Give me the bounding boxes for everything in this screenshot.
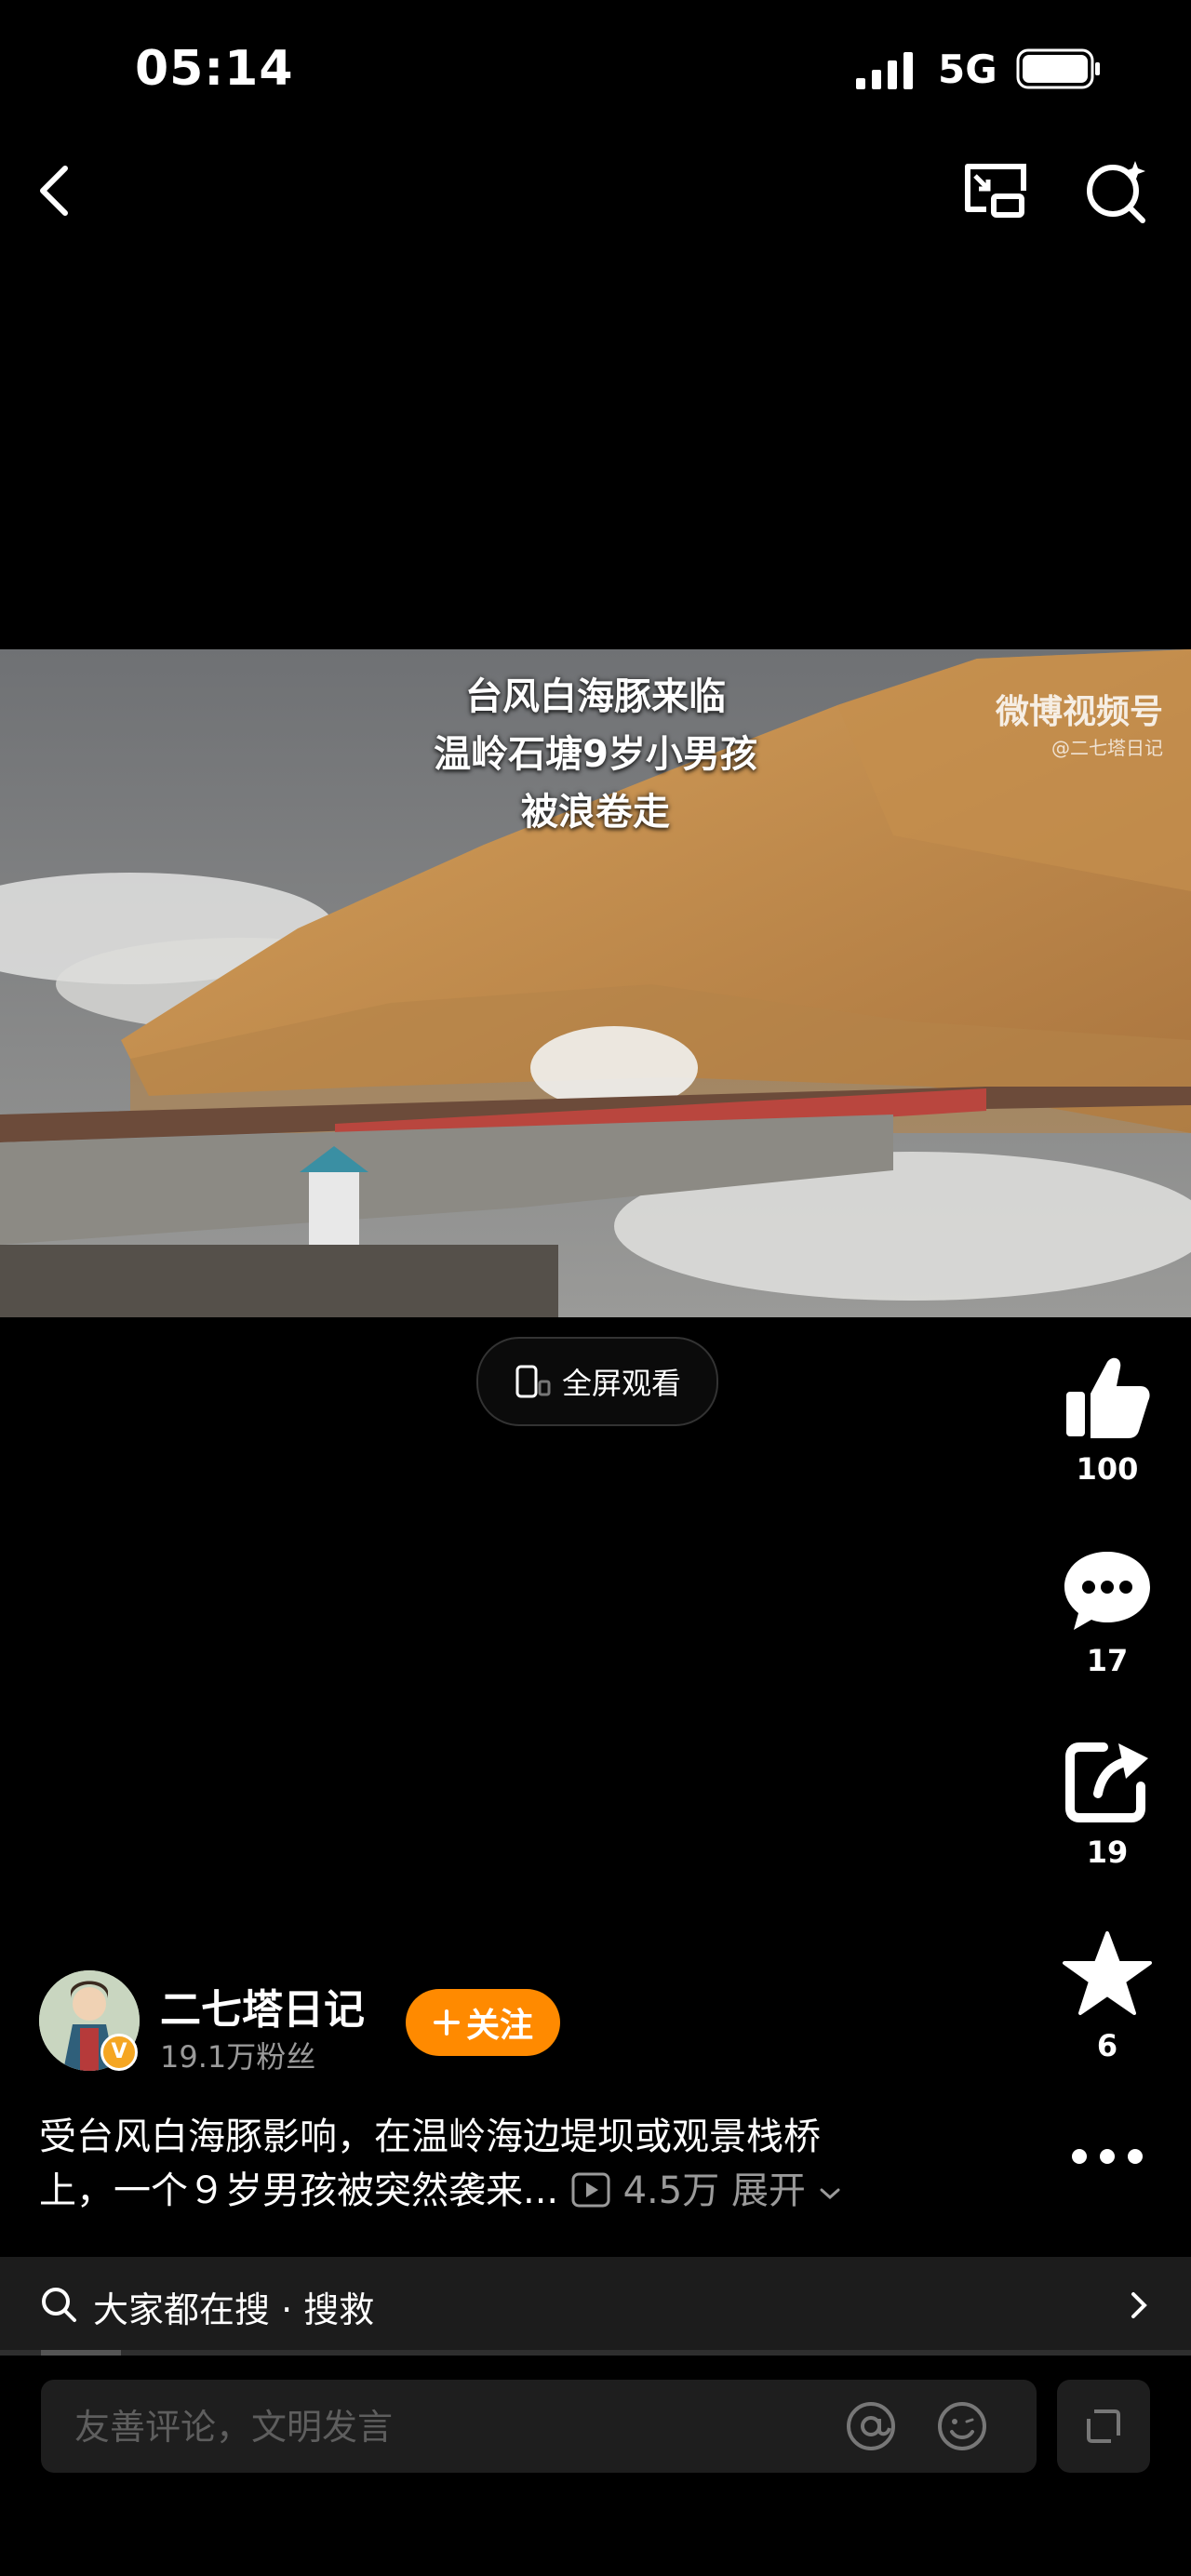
- watermark-text: 微博视频号: [995, 693, 1163, 731]
- description-line-2: 上，一个９岁男孩被突然袭来... 4.5万 展开: [39, 2164, 1007, 2218]
- comment-bar[interactable]: [41, 2380, 1037, 2473]
- view-count-group: 4.5万 展开: [570, 2169, 842, 2212]
- back-icon[interactable]: [19, 153, 93, 228]
- battery-icon: [1016, 48, 1100, 89]
- trending-search-separator: ·: [281, 2289, 293, 2330]
- favorite-count: 6: [1096, 2028, 1118, 2063]
- status-time: 05:14: [135, 41, 294, 97]
- fullscreen-button[interactable]: 全屏观看: [476, 1337, 718, 1426]
- share-button[interactable]: 19: [1051, 1734, 1163, 1870]
- search-icon: [42, 2288, 76, 2322]
- comment-icon: [1064, 1552, 1150, 1630]
- like-button[interactable]: 100: [1051, 1351, 1163, 1487]
- trending-search-prefix: 大家都在搜: [93, 2289, 271, 2330]
- view-count: 4.5万: [622, 2169, 720, 2212]
- share-icon: [1065, 1742, 1148, 1822]
- search-icon[interactable]: [1079, 153, 1154, 228]
- fan-count: 19.1万粉丝: [160, 2039, 316, 2075]
- author-name[interactable]: 二七塔日记: [160, 1976, 365, 2035]
- chevron-down-icon: [820, 2188, 840, 2200]
- like-count: 100: [1076, 1451, 1139, 1487]
- video-description[interactable]: 受台风白海豚影响，在温岭海边堤坝或观景栈桥 上，一个９岁男孩被突然袭来... 4…: [39, 2110, 1007, 2218]
- picture-in-picture-icon[interactable]: [958, 153, 1033, 228]
- video-caption-line: 被浪卷走: [521, 791, 670, 834]
- trending-search-keyword: 搜救: [303, 2289, 375, 2330]
- trending-search-label: 大家都在搜 · 搜救: [93, 2281, 374, 2332]
- comment-button[interactable]: 17: [1051, 1542, 1163, 1678]
- play-count-icon: [571, 2172, 610, 2208]
- favorite-button[interactable]: 6: [1051, 1928, 1163, 2063]
- expand-comments-button[interactable]: [1057, 2380, 1150, 2473]
- video-watermark: 微博视频号 @二七塔日记: [996, 685, 1163, 760]
- chevron-right-icon: [1131, 2292, 1147, 2318]
- expand-link[interactable]: 展开: [731, 2169, 806, 2212]
- star-icon: [1063, 1931, 1152, 2015]
- expand-icon: [1087, 2409, 1120, 2443]
- signal-icon: [856, 52, 913, 89]
- description-line: 上，一个９岁男孩被突然袭来...: [39, 2169, 559, 2212]
- video-player[interactable]: 台风白海豚来临 温岭石塘9岁小男孩 被浪卷走 微博视频号 @二七塔日记: [0, 649, 1191, 1317]
- more-options-icon[interactable]: [1068, 2140, 1146, 2173]
- comment-count: 17: [1086, 1643, 1129, 1678]
- follow-button[interactable]: 关注: [406, 1989, 560, 2056]
- fullscreen-label: 全屏观看: [561, 1366, 681, 1401]
- progress-fill: [41, 2350, 121, 2356]
- comment-input[interactable]: [73, 2402, 839, 2452]
- emoji-icon[interactable]: [934, 2398, 990, 2454]
- verified-badge: V: [100, 2034, 138, 2071]
- network-type: 5G: [938, 47, 997, 92]
- trending-search-bar[interactable]: 大家都在搜 · 搜救: [0, 2257, 1191, 2354]
- fullscreen-phone-icon: [515, 1365, 551, 1398]
- plus-icon: [433, 2009, 460, 2035]
- mention-icon[interactable]: [843, 2398, 899, 2454]
- watermark-subtext: @二七塔日记: [1051, 737, 1163, 759]
- follow-label: 关注: [465, 2007, 533, 2045]
- share-count: 19: [1086, 1835, 1129, 1870]
- progress-track: [0, 2350, 1191, 2356]
- thumbs-up-icon: [1066, 1357, 1150, 1438]
- description-line: 受台风白海豚影响，在温岭海边堤坝或观景栈桥: [39, 2116, 821, 2158]
